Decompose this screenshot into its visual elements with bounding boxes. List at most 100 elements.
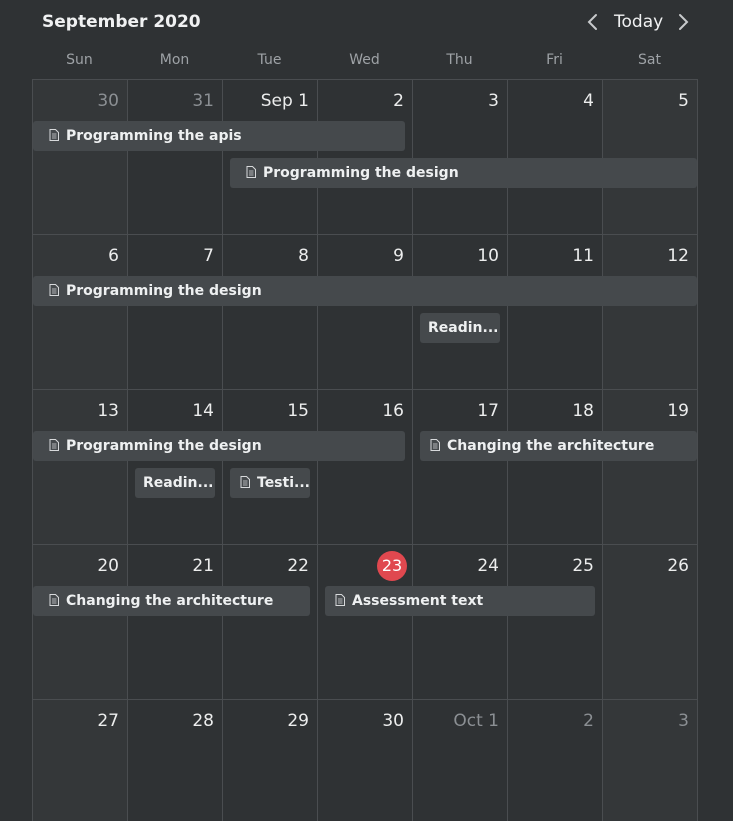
day-cell[interactable]: 15: [222, 389, 317, 544]
calendar-header: September 2020 Today: [0, 0, 733, 46]
document-icon: [246, 166, 256, 178]
event-label: Readin...: [143, 475, 214, 491]
day-cell[interactable]: 25: [507, 544, 602, 699]
day-cell[interactable]: 20: [32, 544, 127, 699]
day-number: 3: [488, 91, 499, 111]
document-icon: [335, 594, 345, 606]
document-icon: [49, 439, 59, 451]
day-cell[interactable]: 19: [602, 389, 698, 544]
previous-month-button[interactable]: [584, 11, 602, 33]
month-title: September 2020: [42, 12, 201, 32]
day-number: 18: [572, 401, 594, 421]
day-cell[interactable]: 31: [127, 79, 222, 234]
event-reading[interactable]: Readin...: [135, 468, 215, 498]
day-number: Oct 1: [453, 711, 499, 731]
day-number: 15: [287, 401, 309, 421]
event-label: Changing the architecture: [66, 593, 274, 609]
day-number: 5: [678, 91, 689, 111]
day-cell[interactable]: 24: [412, 544, 507, 699]
day-cell[interactable]: 2: [317, 79, 412, 234]
day-number: 10: [477, 246, 499, 266]
weekday-mon: Mon: [159, 52, 190, 68]
day-number: 20: [97, 556, 119, 576]
day-number: 27: [97, 711, 119, 731]
day-cell[interactable]: Sep 1: [222, 79, 317, 234]
day-cell[interactable]: 30: [32, 79, 127, 234]
day-cell[interactable]: 22: [222, 544, 317, 699]
day-cell[interactable]: 5: [602, 79, 698, 234]
event-changing-architecture[interactable]: Changing the architecture: [33, 586, 310, 616]
day-number: 14: [192, 401, 214, 421]
day-cell[interactable]: 10: [412, 234, 507, 389]
day-cell[interactable]: 6: [32, 234, 127, 389]
day-number: 29: [287, 711, 309, 731]
day-number: 25: [572, 556, 594, 576]
day-cell[interactable]: 11: [507, 234, 602, 389]
day-cell[interactable]: 28: [127, 699, 222, 821]
day-cell[interactable]: 27: [32, 699, 127, 821]
event-programming-design[interactable]: Programming the design: [33, 276, 697, 306]
day-cell[interactable]: 29: [222, 699, 317, 821]
day-number: 2: [393, 91, 404, 111]
day-number: 8: [298, 246, 309, 266]
day-number: 19: [667, 401, 689, 421]
day-cell[interactable]: 30: [317, 699, 412, 821]
event-label: Programming the apis: [66, 128, 242, 144]
today-badge: 23: [377, 551, 407, 581]
event-label: Readin...: [428, 320, 499, 336]
day-number: 11: [572, 246, 594, 266]
day-cell[interactable]: 26: [602, 544, 698, 699]
document-icon: [49, 594, 59, 606]
weekday-thu: Thu: [446, 52, 473, 68]
day-number: 4: [583, 91, 594, 111]
event-programming-design[interactable]: Programming the design: [33, 431, 405, 461]
event-testing[interactable]: Testi...: [230, 468, 310, 498]
day-number: 9: [393, 246, 404, 266]
day-cell[interactable]: 21: [127, 544, 222, 699]
day-cell[interactable]: 8: [222, 234, 317, 389]
day-cell[interactable]: 4: [507, 79, 602, 234]
day-cell[interactable]: 12: [602, 234, 698, 389]
event-label: Assessment text: [352, 593, 484, 609]
day-cell[interactable]: 7: [127, 234, 222, 389]
day-number: 13: [97, 401, 119, 421]
event-programming-apis[interactable]: Programming the apis: [33, 121, 405, 151]
day-cell[interactable]: 13: [32, 389, 127, 544]
day-cell[interactable]: 2: [507, 699, 602, 821]
day-cell[interactable]: 17: [412, 389, 507, 544]
day-cell-today[interactable]: 23: [317, 544, 412, 699]
document-icon: [49, 284, 59, 296]
day-number: 30: [97, 91, 119, 111]
day-number: 26: [667, 556, 689, 576]
document-icon: [49, 129, 59, 141]
event-reading[interactable]: Readin...: [420, 313, 500, 343]
chevron-left-icon: [587, 14, 597, 30]
day-number: 17: [477, 401, 499, 421]
event-label: Testi...: [257, 475, 310, 491]
day-number: 21: [192, 556, 214, 576]
day-cell[interactable]: 3: [412, 79, 507, 234]
day-cell[interactable]: 3: [602, 699, 698, 821]
day-number: Sep 1: [260, 91, 309, 111]
day-cell[interactable]: 16: [317, 389, 412, 544]
next-month-button[interactable]: [674, 11, 692, 33]
weekday-wed: Wed: [349, 52, 380, 68]
day-number: 16: [382, 401, 404, 421]
weekday-fri: Fri: [546, 52, 563, 68]
day-number: 3: [678, 711, 689, 731]
today-button[interactable]: Today: [614, 12, 663, 32]
event-assessment-text[interactable]: Assessment text: [325, 586, 595, 616]
weekday-header-row: Sun Mon Tue Wed Thu Fri Sat: [32, 46, 697, 79]
day-number: 12: [667, 246, 689, 266]
day-cell[interactable]: 18: [507, 389, 602, 544]
day-number: 24: [477, 556, 499, 576]
event-label: Programming the design: [263, 165, 459, 181]
document-icon: [240, 476, 250, 488]
day-cell[interactable]: 9: [317, 234, 412, 389]
day-cell[interactable]: 14: [127, 389, 222, 544]
event-changing-architecture[interactable]: Changing the architecture: [420, 431, 697, 461]
event-programming-design[interactable]: Programming the design: [230, 158, 697, 188]
month-grid: 30 31 Sep 1 2 3 4 5 6 7 8 9 10 11 12 13 …: [32, 79, 698, 821]
day-number: 6: [108, 246, 119, 266]
day-cell[interactable]: Oct 1: [412, 699, 507, 821]
